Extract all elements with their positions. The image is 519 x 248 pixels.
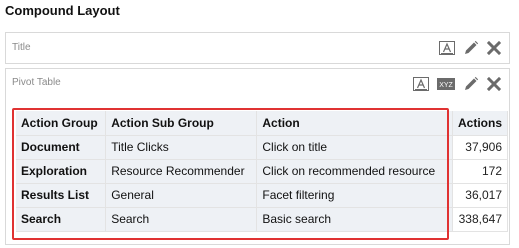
row-actions-value: 37,906 [452, 135, 509, 160]
title-view-label: Title [12, 42, 31, 53]
row-group-cell[interactable]: Search [16, 207, 107, 232]
row-action-cell[interactable]: Facet filtering [256, 183, 453, 208]
table-row: Exploration Resource Recommender Click o… [16, 159, 509, 184]
format-text-icon[interactable] [413, 75, 429, 93]
page-heading: Compound Layout [5, 3, 120, 18]
xyz-icon[interactable]: XYZ [437, 75, 455, 93]
title-view-toolbar [431, 39, 501, 57]
row-action-cell[interactable]: Click on recommended resource [256, 159, 453, 184]
delete-x-icon[interactable] [487, 39, 501, 57]
title-view[interactable]: Title [5, 32, 510, 64]
row-subgroup-cell[interactable]: Resource Recommender [105, 159, 258, 184]
row-subgroup-cell[interactable]: Title Clicks [105, 135, 258, 160]
row-group-cell[interactable]: Document [16, 135, 107, 160]
pivot-header-row: Action Group Action Sub Group Action Act… [16, 111, 509, 136]
row-group-cell[interactable]: Results List [16, 183, 107, 208]
edit-pencil-icon[interactable] [463, 39, 479, 57]
table-row: Search Search Basic search 338,647 [16, 207, 509, 232]
delete-x-icon[interactable] [487, 75, 501, 93]
row-actions-value: 36,017 [452, 183, 509, 208]
edit-pencil-icon[interactable] [463, 75, 479, 93]
table-row: Document Title Clicks Click on title 37,… [16, 135, 509, 160]
column-header-action-sub-group[interactable]: Action Sub Group [105, 111, 258, 136]
pivot-view-label: Pivot Table [12, 77, 61, 88]
row-subgroup-cell[interactable]: Search [105, 207, 258, 232]
row-actions-value: 172 [452, 159, 509, 184]
column-header-actions[interactable]: Actions [452, 111, 509, 136]
row-action-cell[interactable]: Click on title [256, 135, 453, 160]
format-text-icon[interactable] [439, 39, 455, 57]
pivot-table: Action Group Action Sub Group Action Act… [16, 111, 509, 232]
row-group-cell[interactable]: Exploration [16, 159, 107, 184]
column-header-action-group[interactable]: Action Group [16, 111, 107, 136]
table-row: Results List General Facet filtering 36,… [16, 183, 509, 208]
pivot-table-view[interactable]: Pivot Table XYZ Action Group Action Sub … [5, 68, 510, 245]
row-action-cell[interactable]: Basic search [256, 207, 453, 232]
xyz-icon-text: XYZ [439, 82, 453, 89]
row-actions-value: 338,647 [452, 207, 509, 232]
row-subgroup-cell[interactable]: General [105, 183, 258, 208]
column-header-action[interactable]: Action [256, 111, 453, 136]
pivot-view-toolbar: XYZ [405, 75, 501, 93]
